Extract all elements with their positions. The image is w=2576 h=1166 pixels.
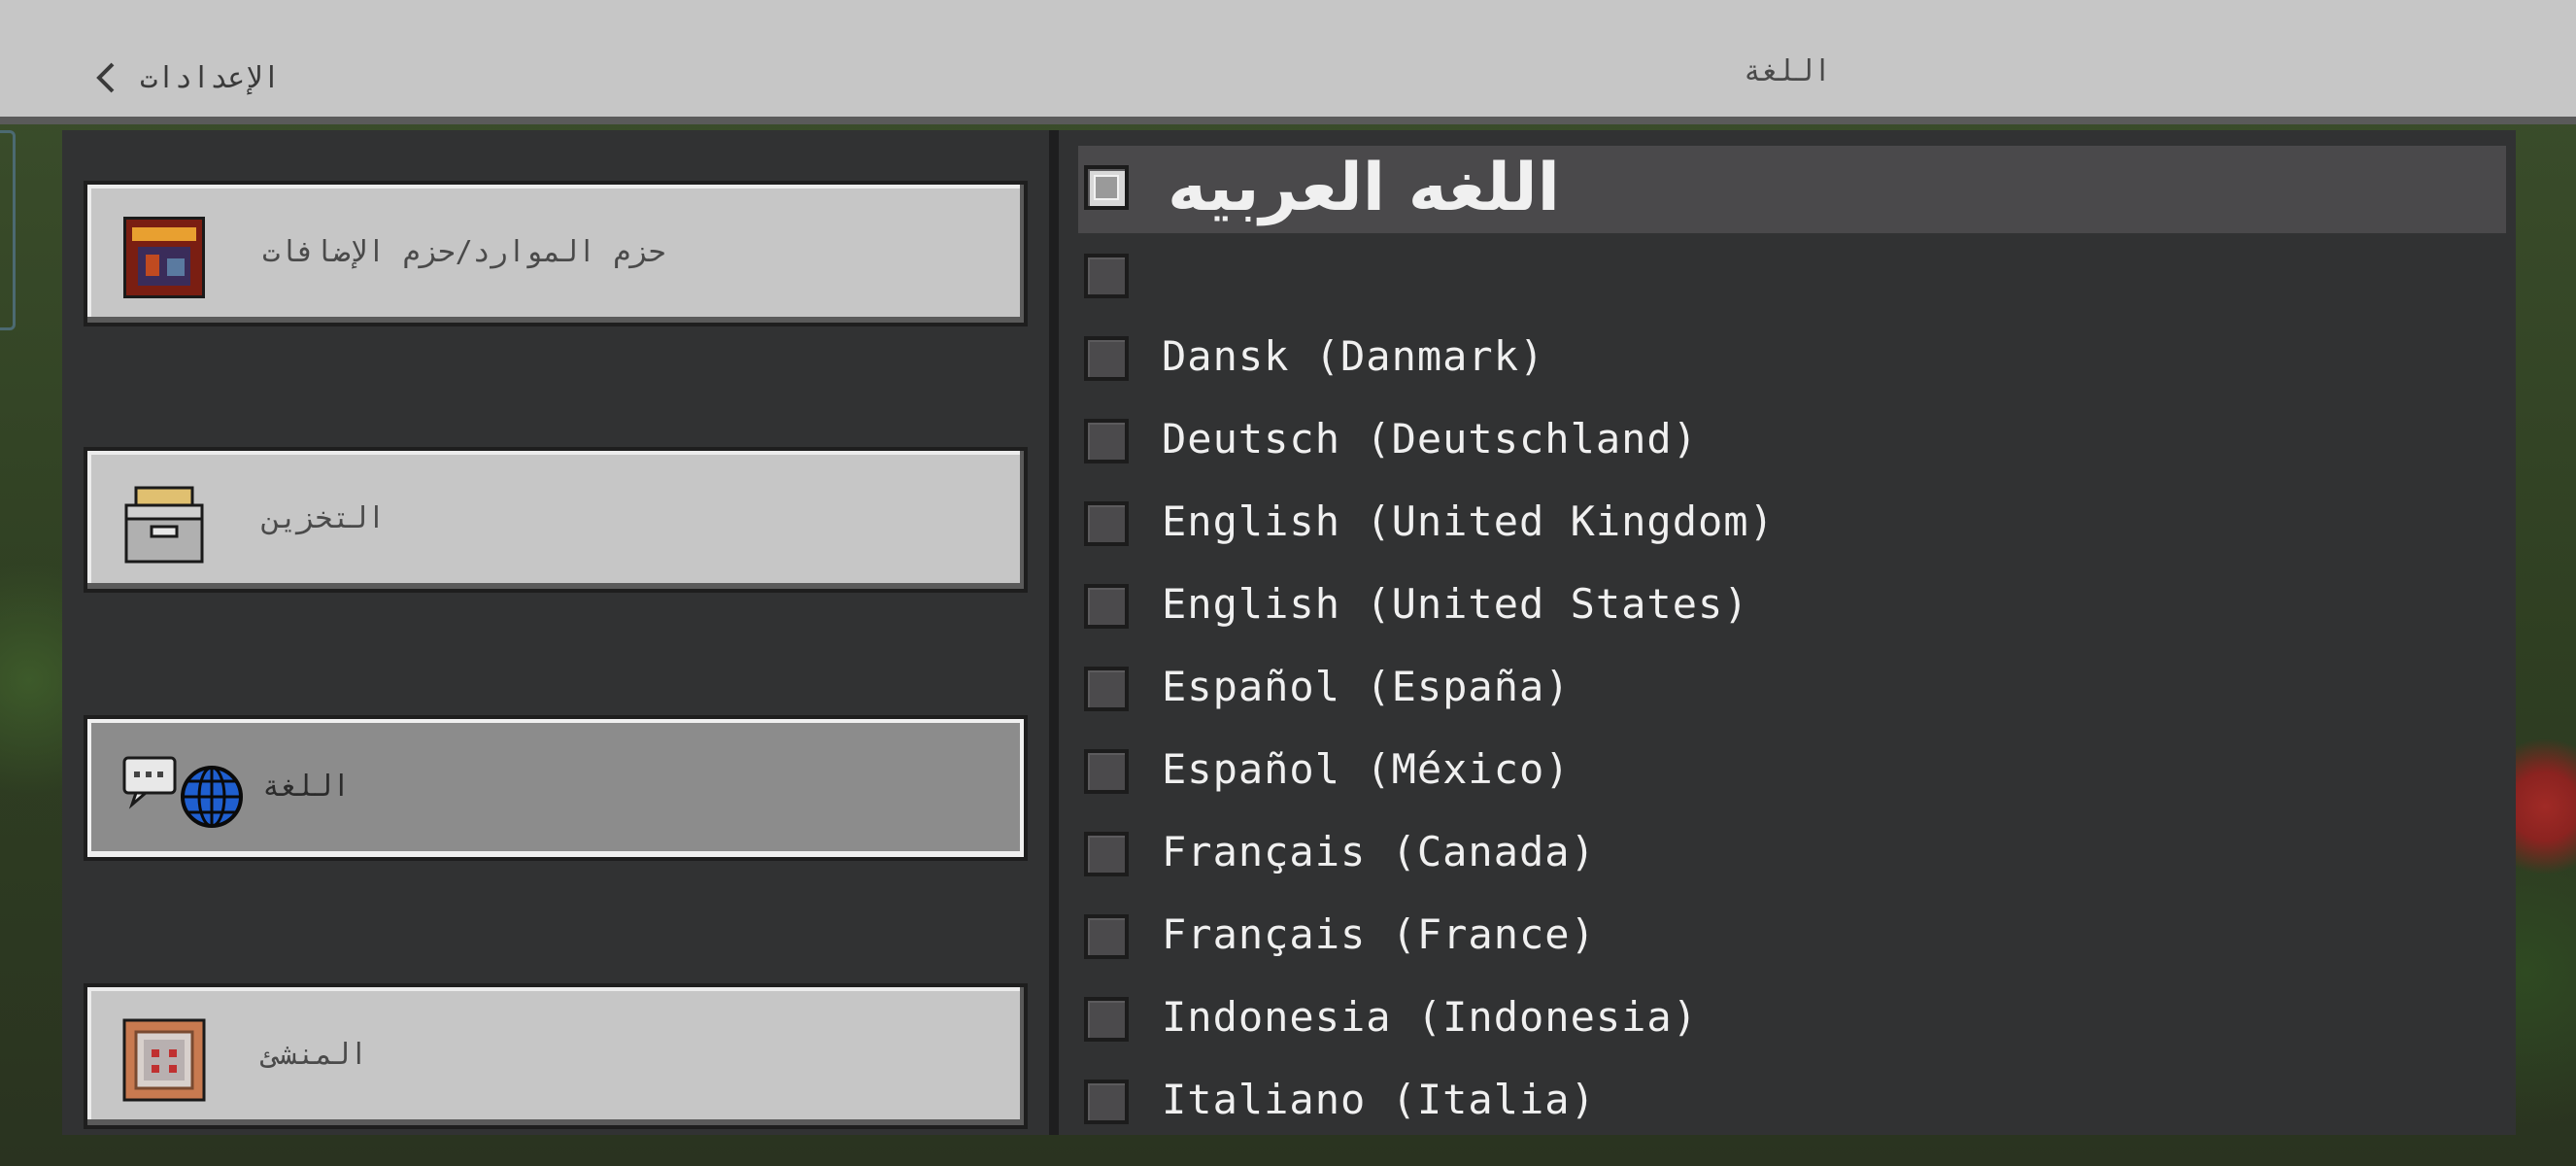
language-checkbox[interactable] [1084, 914, 1129, 959]
language-checkbox[interactable] [1084, 997, 1129, 1042]
sidebar-item-label: اللغة [262, 770, 351, 804]
language-option[interactable]: Español (México) [1078, 730, 2506, 812]
page-title: اللغة [1743, 54, 1832, 88]
language-label: Français (France) [1162, 910, 1596, 958]
language-checkbox[interactable] [1084, 419, 1129, 463]
language-label: Français (Canada) [1162, 828, 1596, 875]
sidebar-item-storage[interactable]: التخزين [84, 447, 1028, 593]
sidebar-item-resource-packs[interactable]: حزم الموارد/حزم الإضافات [84, 181, 1028, 326]
language-checkbox[interactable] [1084, 832, 1129, 876]
language-option[interactable]: Deutsch (Deutschland) [1078, 399, 2506, 482]
edge-tab [0, 130, 16, 330]
language-checkbox[interactable] [1084, 501, 1129, 546]
language-option[interactable]: English (United States) [1078, 565, 2506, 647]
sidebar-item-label: المنشئ [262, 1038, 368, 1072]
language-checkbox[interactable] [1084, 165, 1129, 210]
language-checkbox[interactable] [1084, 1080, 1129, 1124]
language-option[interactable]: Italiano (Italia) [1078, 1060, 2506, 1143]
language-option[interactable]: Indonesia (Indonesia) [1078, 977, 2506, 1060]
sidebar-item-label: التخزين [262, 501, 386, 535]
language-option[interactable]: Français (Canada) [1078, 812, 2506, 895]
language-label: Deutsch (Deutschland) [1162, 415, 1699, 463]
language-checkbox[interactable] [1084, 667, 1129, 711]
language-label: English (United States) [1162, 580, 1749, 628]
sidebar-item-label: حزم الموارد/حزم الإضافات [262, 235, 666, 269]
language-checkbox[interactable] [1084, 584, 1129, 629]
language-option[interactable]: Français (France) [1078, 895, 2506, 977]
storage-box-icon [124, 486, 204, 564]
language-checkbox[interactable] [1084, 254, 1129, 298]
language-label: Italiano (Italia) [1162, 1076, 1596, 1123]
chevron-left-icon [96, 62, 115, 93]
language-globe-icon [122, 756, 243, 828]
top-bar: الإعدادات اللغة [0, 0, 2576, 124]
back-label: الإعدادات [140, 60, 281, 95]
sidebar-item-creator[interactable]: المنشئ [84, 983, 1028, 1129]
sidebar-item-language[interactable]: اللغة [84, 715, 1028, 861]
language-checkbox[interactable] [1084, 749, 1129, 794]
panel-divider [1049, 130, 1059, 1135]
language-option[interactable]: Dansk (Danmark) [1078, 317, 2506, 399]
language-label: Español (México) [1162, 745, 1571, 793]
language-label: Español (España) [1162, 663, 1571, 710]
language-option[interactable]: Español (España) [1078, 647, 2506, 730]
command-block-icon [122, 1018, 206, 1102]
language-option[interactable]: اللغه العربيه [1078, 146, 2506, 233]
language-label: English (United Kingdom) [1162, 497, 1775, 545]
language-label: اللغه العربيه [1168, 150, 1560, 226]
language-option[interactable] [1078, 234, 2506, 317]
language-option[interactable]: English (United Kingdom) [1078, 482, 2506, 565]
back-button[interactable]: الإعدادات [93, 51, 281, 105]
resource-pack-icon [123, 217, 205, 298]
language-label: Indonesia (Indonesia) [1162, 993, 1699, 1041]
language-label: Dansk (Danmark) [1162, 332, 1545, 380]
language-checkbox[interactable] [1084, 336, 1129, 381]
